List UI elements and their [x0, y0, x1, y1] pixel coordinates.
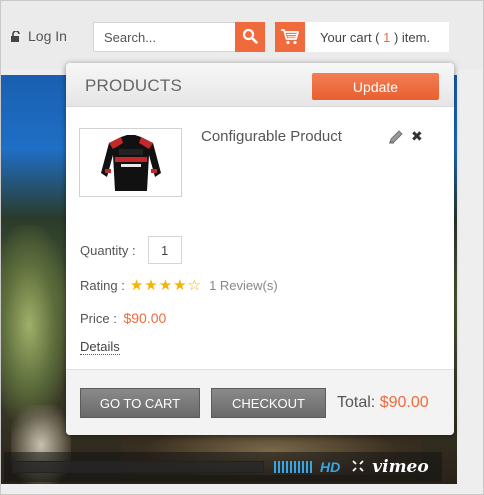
- star-icon: ★: [158, 277, 173, 294]
- cart-count-text: Your cart ( 1 ) item.: [320, 30, 430, 45]
- product-name[interactable]: Configurable Product: [201, 128, 342, 145]
- video-progress-bar[interactable]: [12, 461, 264, 473]
- search-box: [93, 22, 265, 52]
- hd-toggle[interactable]: HD: [320, 459, 340, 475]
- cart-total: Total: $90.00: [337, 394, 429, 412]
- cart-summary[interactable]: Your cart ( 1 ) item.: [275, 22, 449, 52]
- vimeo-logo[interactable]: vimeo: [372, 457, 428, 477]
- star-icon: ☆: [187, 277, 202, 294]
- panel-title: PRODUCTS: [85, 76, 182, 95]
- rating-row: Rating : ★ ★ ★ ★ ☆ 1 Review(s): [80, 278, 278, 293]
- jersey-image: [100, 134, 161, 191]
- search-button[interactable]: [235, 22, 265, 52]
- cart-dropdown-panel: PRODUCTS Update Configurable Product ✖ Q…: [66, 63, 454, 435]
- video-controls: HD vimeo: [4, 452, 442, 482]
- total-label: Total:: [337, 394, 376, 411]
- search-icon: [242, 28, 258, 47]
- quantity-label: Quantity :: [80, 242, 136, 258]
- price-value: $90.00: [123, 310, 167, 326]
- cart-text-prefix: Your cart (: [320, 29, 384, 45]
- star-icon: ★: [144, 277, 158, 294]
- product-thumbnail[interactable]: [79, 128, 182, 197]
- star-icon: ★: [173, 277, 187, 294]
- checkout-button[interactable]: CHECKOUT: [211, 388, 326, 418]
- rating-stars: ★ ★ ★ ★ ☆: [130, 278, 201, 293]
- price-row: Price : $90.00: [80, 310, 166, 326]
- remove-icon[interactable]: ✖: [411, 129, 423, 143]
- search-input[interactable]: [93, 22, 235, 52]
- panel-footer: GO TO CART CHECKOUT Total: $90.00: [66, 369, 454, 435]
- login-label: Log In: [28, 28, 67, 44]
- update-button[interactable]: Update: [312, 73, 439, 100]
- cart-icon: [275, 22, 305, 52]
- quantity-row: Quantity :: [80, 236, 182, 264]
- details-link[interactable]: Details: [80, 339, 120, 355]
- edit-icon[interactable]: [388, 130, 403, 144]
- go-to-cart-button[interactable]: GO TO CART: [80, 388, 200, 418]
- cart-text-suffix: ) item.: [390, 29, 431, 45]
- star-icon: ★: [129, 277, 144, 294]
- login-link[interactable]: Log In: [10, 28, 67, 44]
- total-value: $90.00: [379, 394, 429, 411]
- lock-icon: [10, 30, 22, 42]
- video-scene-foliage: [1, 225, 71, 425]
- rating-label: Rating :: [80, 278, 125, 293]
- quantity-input[interactable]: [147, 236, 182, 264]
- panel-header: PRODUCTS Update: [66, 63, 454, 107]
- fullscreen-icon[interactable]: [352, 459, 364, 475]
- volume-bars[interactable]: [274, 461, 312, 473]
- reviews-link[interactable]: 1 Review(s): [209, 278, 278, 293]
- price-label: Price :: [80, 311, 117, 326]
